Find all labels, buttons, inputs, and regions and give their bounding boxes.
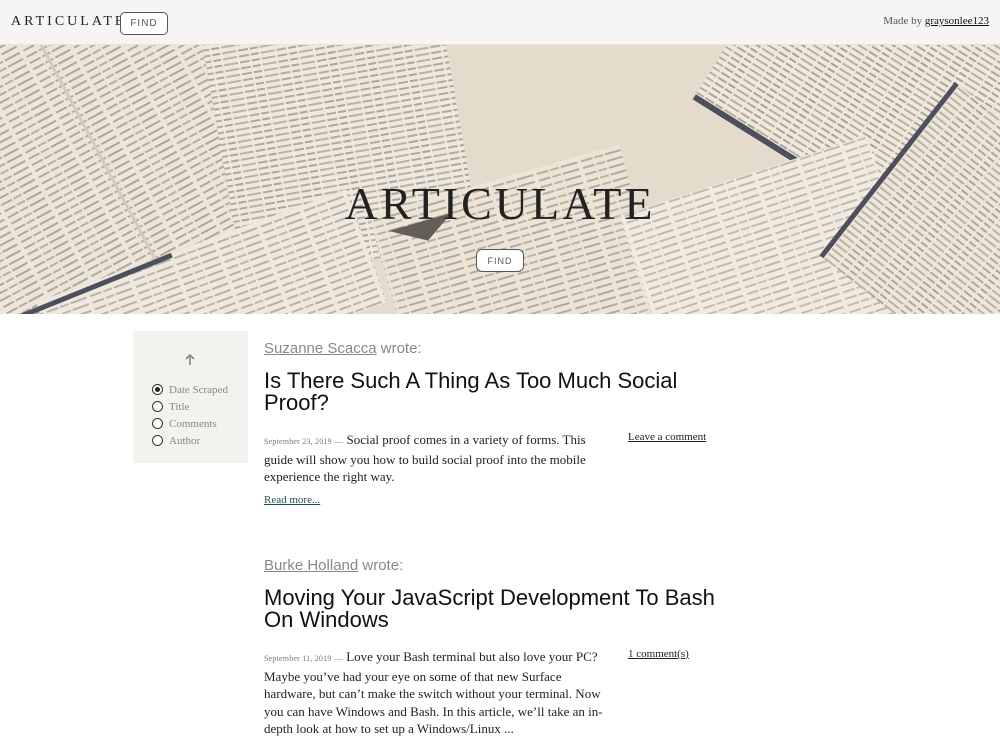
hero-title: ARTICULATE	[344, 178, 656, 229]
radio-button[interactable]	[152, 435, 163, 446]
radio-button[interactable]	[152, 401, 163, 412]
sort-option-date-scraped[interactable]: Date Scraped	[152, 381, 228, 398]
comments-link[interactable]: 1 comment(s)	[628, 648, 689, 660]
date-separator: —	[334, 654, 343, 663]
find-button-hero[interactable]: FIND	[476, 249, 524, 272]
sort-option-label: Date Scraped	[169, 383, 228, 396]
sort-panel: Date Scraped Title Comments Author	[133, 331, 248, 463]
sort-option-label: Comments	[169, 417, 217, 430]
sort-option-author[interactable]: Author	[152, 432, 228, 449]
article-body: September 11, 2019 — Love your Bash term…	[264, 648, 724, 738]
brand-logo[interactable]: ARTICULATE	[11, 14, 126, 30]
wrote-label: wrote:	[380, 340, 422, 357]
article-title: Is There Such A Thing As Too Much Social…	[264, 368, 678, 415]
article-byline: Burke Holland wrote:	[264, 557, 724, 577]
article-date: September 23, 2019	[264, 437, 332, 446]
article-summary: September 23, 2019 — Social proof comes …	[264, 431, 609, 486]
sort-option-title[interactable]: Title	[152, 398, 228, 415]
article-summary: September 11, 2019 — Love your Bash term…	[264, 648, 609, 738]
article-date: September 11, 2019	[264, 654, 332, 663]
sort-option-label: Author	[169, 434, 201, 447]
article-card: Burke Holland wrote: Moving Your JavaScr…	[264, 557, 724, 738]
comments-link[interactable]: Leave a comment	[628, 431, 706, 443]
article-card: Suzanne Scacca wrote: Is There Such A Th…	[264, 340, 724, 507]
article-body: September 23, 2019 — Social proof comes …	[264, 431, 724, 486]
arrow-up-icon	[185, 353, 195, 365]
sort-option-label: Title	[169, 400, 190, 413]
wrote-label: wrote:	[362, 557, 404, 574]
radio-button[interactable]	[152, 418, 163, 429]
hero-banner: ARTICULATE FIND	[0, 45, 1000, 314]
article-title: Moving Your JavaScript Development To Ba…	[264, 585, 715, 632]
read-more-link[interactable]: Read more...	[264, 494, 320, 506]
article-byline: Suzanne Scacca wrote:	[264, 340, 724, 360]
sort-option-comments[interactable]: Comments	[152, 415, 228, 432]
top-navbar: ARTICULATE FIND Made by graysonlee123	[0, 0, 1000, 45]
find-button-nav[interactable]: FIND	[120, 12, 168, 35]
sort-direction-button[interactable]	[180, 350, 200, 370]
author-link[interactable]: Burke Holland	[264, 557, 358, 574]
date-separator: —	[335, 437, 344, 446]
sort-options: Date Scraped Title Comments Author	[152, 381, 228, 449]
made-by-user-link[interactable]: graysonlee123	[925, 15, 989, 27]
author-link[interactable]: Suzanne Scacca	[264, 340, 377, 357]
made-by: Made by graysonlee123	[883, 15, 989, 27]
made-by-prefix: Made by	[883, 15, 923, 27]
radio-button-checked[interactable]	[152, 384, 163, 395]
